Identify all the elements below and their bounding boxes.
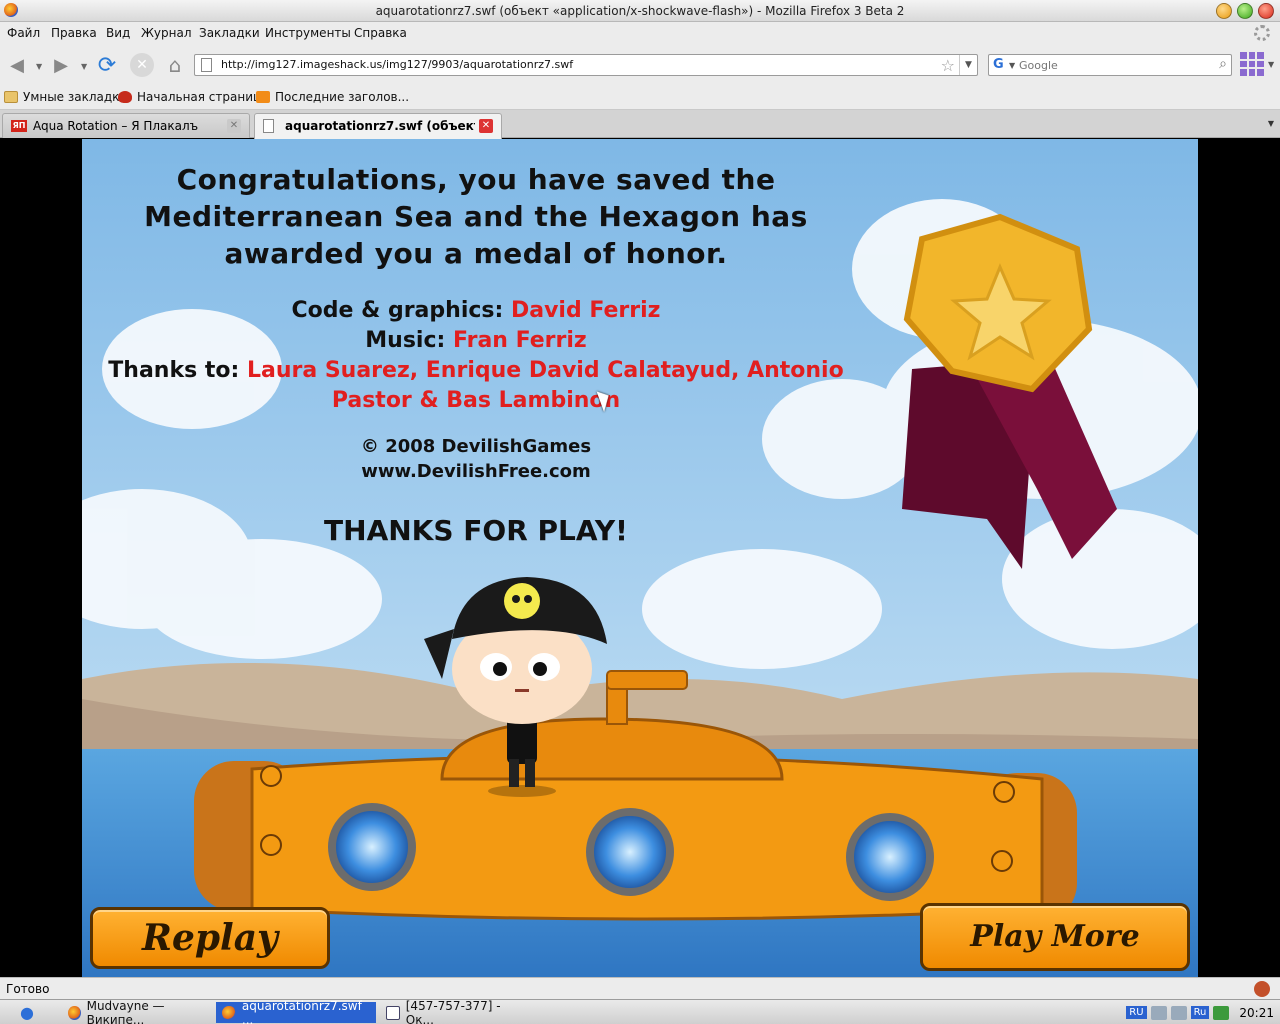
menu-bar: Файл Правка Вид Журнал Закладки Инструме…	[0, 22, 1280, 44]
menu-help[interactable]: Справка	[354, 26, 407, 40]
tab-strip: ЯП Aqua Rotation – Я Плакалъ ✕ aquarotat…	[0, 110, 1280, 139]
url-bar[interactable]: http://img127.imageshack.us/img127/9903/…	[194, 54, 978, 76]
search-input[interactable]	[1019, 57, 1205, 73]
forward-history-dropdown-icon[interactable]: ▼	[81, 62, 87, 71]
page-icon	[263, 119, 274, 133]
menu-file[interactable]: Файл	[7, 26, 40, 40]
code-credit: Code & graphics: David Ferriz	[102, 296, 850, 326]
task-aquarotation[interactable]: aquarotationrz7.swf ...	[216, 998, 376, 1024]
window-title: aquarotationrz7.swf (объект «application…	[375, 4, 905, 18]
firefox-window: aquarotationrz7.swf (объект «application…	[0, 0, 1280, 1024]
menu-bookmarks[interactable]: Закладки	[199, 26, 260, 40]
search-bar: G ▼ ⌕	[988, 54, 1232, 76]
bookmarks-toolbar: Умные закладки Начальная страница Послед…	[0, 86, 1280, 110]
menu-history[interactable]: Журнал	[141, 26, 192, 40]
tab-list-dropdown-icon[interactable]: ▼	[1268, 119, 1274, 128]
bookmark-label: Начальная страница	[137, 90, 269, 104]
task-mudvayne[interactable]: Mudvayne — Википе...	[62, 998, 212, 1024]
home-button[interactable]: ⌂	[162, 52, 188, 78]
menu-tools[interactable]: Инструменты	[265, 26, 351, 40]
bookmark-star-icon[interactable]: ☆	[941, 56, 955, 75]
status-text: Готово	[6, 982, 50, 996]
yap-favicon-icon: ЯП	[11, 120, 27, 132]
task-label: aquarotationrz7.swf ...	[241, 998, 362, 1024]
folder-icon	[4, 91, 18, 103]
window-controls	[1216, 3, 1274, 19]
firefox-icon	[118, 91, 132, 103]
page-icon	[201, 58, 212, 72]
tab-aqua-rotation[interactable]: ЯП Aqua Rotation – Я Плакалъ ✕	[2, 113, 250, 138]
tab-label: aquarotationrz7.swf (объект «ap...	[285, 119, 475, 133]
copyright: © 2008 DevilishGames	[360, 436, 592, 457]
system-tray: RU Ru 20:21	[1126, 1002, 1280, 1023]
credits-panel: Congratulations, you have saved the Medi…	[102, 161, 850, 547]
back-button[interactable]: ◀	[4, 52, 30, 78]
title-bar: aquarotationrz7.swf (объект «application…	[0, 0, 1280, 22]
tab-close-icon[interactable]: ✕	[227, 119, 241, 133]
tab-label: Aqua Rotation – Я Плакалъ	[33, 119, 199, 133]
url-history-dropdown-icon[interactable]: ▼	[959, 55, 977, 75]
tab-swf[interactable]: aquarotationrz7.swf (объект «ap... ✕	[254, 113, 502, 139]
search-engine-dropdown-icon[interactable]: ▼	[1009, 61, 1015, 70]
google-g-icon[interactable]: G	[993, 57, 1004, 72]
bookmark-smart[interactable]: Умные закладки	[4, 90, 127, 104]
grid-addon-icon[interactable]	[1240, 52, 1264, 76]
bookmark-home-page[interactable]: Начальная страница	[118, 90, 269, 104]
minimize-button[interactable]	[1216, 3, 1232, 19]
code-label: Code & graphics:	[291, 298, 504, 323]
apple-menu-icon[interactable]: ●	[20, 1003, 34, 1022]
reload-button[interactable]: ⟳	[94, 52, 120, 78]
headline-line-3: awarded you a medal of honor.	[224, 237, 728, 270]
thanks-credit: Thanks to: Laura Suarez, Enrique David C…	[102, 356, 850, 386]
music-label: Music:	[365, 328, 446, 353]
keyboard-layout-indicator[interactable]: RU	[1126, 1006, 1147, 1019]
thanks-for-play: THANKS FOR PLAY!	[324, 514, 628, 547]
thanks-names-2: Pastor & Bas Lambinon	[331, 388, 621, 413]
window-icon	[386, 1005, 400, 1020]
taskbar: ● Mudvayne — Википе... aquarotationrz7.s…	[0, 999, 1280, 1024]
music-credit: Music: Fran Ferriz	[102, 326, 850, 356]
update-icon[interactable]	[1213, 1005, 1230, 1020]
replay-button[interactable]: Replay	[90, 907, 330, 969]
website: www.DevilishFree.com	[361, 461, 591, 482]
close-button[interactable]	[1258, 3, 1274, 19]
forward-button[interactable]: ▶	[48, 52, 74, 78]
firefox-icon	[68, 1005, 81, 1020]
stop-button[interactable]: ✕	[130, 53, 154, 77]
menu-view[interactable]: Вид	[106, 26, 130, 40]
thanks-label: Thanks to:	[108, 358, 240, 383]
headline-line-2: Mediterranean Sea and the Hexagon has	[144, 200, 808, 233]
greasemonkey-icon[interactable]	[1254, 981, 1270, 997]
play-more-games-button[interactable]: Play More Games	[920, 903, 1190, 971]
code-name: David Ferriz	[510, 298, 661, 323]
thanks-names-1: Laura Suarez, Enrique David Calatayud, A…	[246, 358, 844, 383]
menu-edit[interactable]: Правка	[51, 26, 97, 40]
throbber-icon	[1254, 25, 1270, 41]
maximize-button[interactable]	[1237, 3, 1253, 19]
network-icon[interactable]	[1150, 1005, 1167, 1020]
bookmark-label: Последние заголов...	[275, 90, 410, 104]
page-content: Congratulations, you have saved the Medi…	[0, 139, 1280, 977]
addon-dropdown-icon[interactable]: ▼	[1268, 60, 1274, 69]
bookmark-label: Умные закладки	[23, 90, 128, 104]
task-label: [457-757-377] - Ок...	[405, 998, 501, 1024]
navigation-toolbar: ◀ ▼ ▶ ▼ ⟳ ✕ ⌂ http://img127.imageshack.u…	[0, 44, 1280, 86]
language-indicator[interactable]: Ru	[1190, 1006, 1210, 1019]
clock: 20:21	[1239, 1005, 1274, 1020]
music-name: Fran Ferriz	[452, 328, 587, 353]
url-text[interactable]: http://img127.imageshack.us/img127/9903/…	[221, 58, 573, 71]
window-list-icon[interactable]	[1170, 1005, 1187, 1020]
task-label: Mudvayne — Википе...	[86, 998, 165, 1024]
task-window[interactable]: [457-757-377] - Ок...	[380, 998, 530, 1024]
search-magnifier-icon[interactable]: ⌕	[1219, 56, 1227, 72]
flash-game-stage[interactable]: Congratulations, you have saved the Medi…	[82, 139, 1198, 977]
headline-line-1: Congratulations, you have saved the	[176, 163, 776, 196]
tab-close-icon[interactable]: ✕	[479, 119, 493, 133]
back-history-dropdown-icon[interactable]: ▼	[36, 62, 42, 71]
rss-icon	[256, 91, 270, 103]
firefox-icon	[222, 1005, 236, 1020]
bookmark-latest-headlines[interactable]: Последние заголов...	[256, 90, 409, 104]
status-bar: Готово	[0, 977, 1280, 999]
